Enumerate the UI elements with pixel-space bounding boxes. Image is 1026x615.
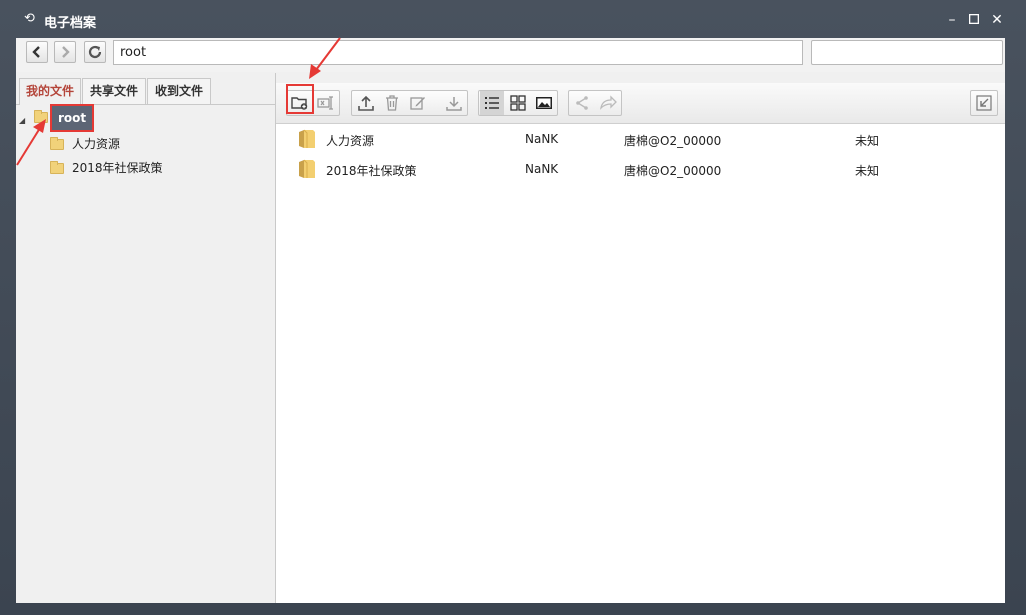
app-window: ⟲ 电子档案 – ✕ root 我的文件 共享文件 收到文件 ◢ root 人力…	[0, 0, 1026, 615]
annotation-arrows	[16, 37, 341, 166]
arrow-to-root	[16, 119, 46, 166]
arrow-to-new-folder	[309, 37, 341, 79]
